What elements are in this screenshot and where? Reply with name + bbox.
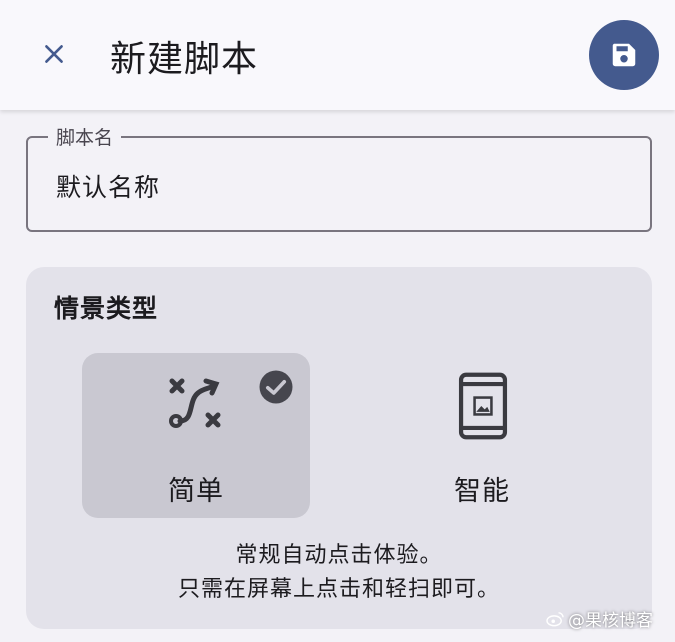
scene-option-smart-label: 智能 <box>454 476 510 507</box>
scene-option-smart[interactable]: 智能 <box>368 353 596 518</box>
scene-option-simple-label: 简单 <box>168 476 224 507</box>
scene-description: 常规自动点击体验。 只需在屏幕上点击和轻扫即可。 <box>26 539 652 607</box>
scene-type-card: 情景类型 简单 智能 常规自动点击体验。 只需在屏幕上点击和轻扫即可。 <box>26 267 652 629</box>
scene-option-simple[interactable]: 简单 <box>82 353 310 518</box>
route-icon <box>169 378 221 428</box>
weibo-logo-icon <box>546 611 564 626</box>
close-icon <box>45 45 63 63</box>
phone-image-icon <box>458 372 508 440</box>
script-name-input[interactable]: 默认名称 <box>56 168 160 204</box>
save-button[interactable] <box>589 20 659 90</box>
check-circle-icon <box>259 370 293 404</box>
script-name-field[interactable]: 脚本名 默认名称 <box>26 123 652 232</box>
script-name-label: 脚本名 <box>48 123 122 150</box>
close-button[interactable] <box>34 34 74 74</box>
top-app-bar: 新建脚本 <box>0 0 675 110</box>
scene-type-title: 情景类型 <box>54 294 159 323</box>
watermark-text: @果核博客 <box>568 611 653 631</box>
watermark: @果核博客 <box>546 606 653 631</box>
save-icon <box>612 43 636 67</box>
scene-description-line-2: 只需在屏幕上点击和轻扫即可。 <box>177 577 500 602</box>
page-title: 新建脚本 <box>110 39 259 80</box>
scene-description-line-1: 常规自动点击体验。 <box>235 543 443 568</box>
